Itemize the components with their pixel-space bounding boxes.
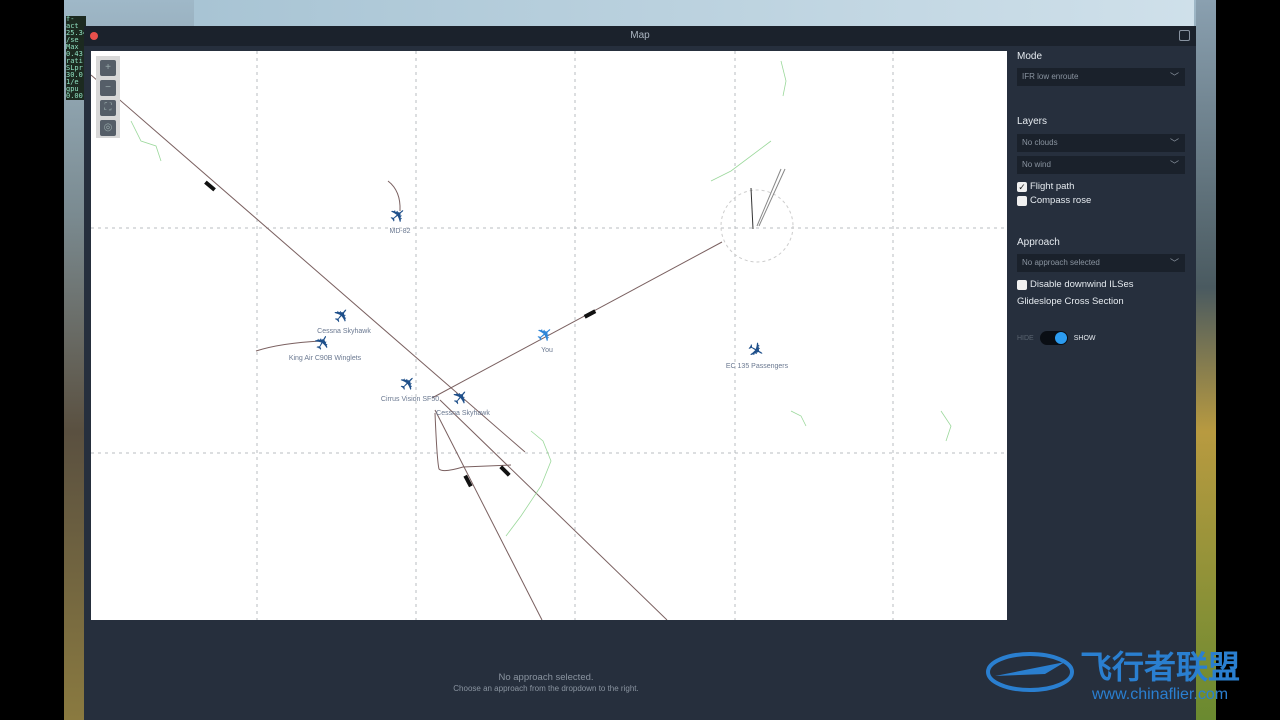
settings-sidebar: Mode IFR low enroute ﹀ Layers No clouds ﹀ … bbox=[1008, 46, 1196, 620]
glideslope-label: Glideslope Cross Section bbox=[1017, 296, 1124, 307]
disable-ils-checkbox[interactable]: Disable downwind ILSes bbox=[1017, 279, 1134, 290]
map-window: Map + − ⛶ ◎ ✈ MD-82 ✈ Cessna Skyhawk ✈ K… bbox=[84, 26, 1196, 720]
compass-rose-label: Compass rose bbox=[1030, 195, 1092, 206]
hud-text: f-act bbox=[66, 15, 79, 30]
coastline bbox=[130, 60, 952, 537]
approach-value: No approach selected bbox=[1022, 258, 1100, 267]
empty-title: No approach selected. bbox=[498, 672, 594, 683]
map-canvas[interactable]: + − ⛶ ◎ ✈ MD-82 ✈ Cessna Skyhawk ✈ King Air C… bbox=[91, 51, 1007, 620]
airway bbox=[439, 399, 668, 620]
chevron-down-icon: ﹀ bbox=[1169, 160, 1179, 170]
watermark-url: www.chinaflier.com bbox=[1092, 686, 1229, 703]
airway-label bbox=[583, 309, 597, 319]
title-bar[interactable]: Map bbox=[84, 26, 1196, 46]
toggle-switch[interactable] bbox=[1039, 331, 1068, 345]
watermark-text: 飞行者联盟 bbox=[1080, 649, 1241, 685]
popout-icon[interactable] bbox=[1179, 30, 1190, 41]
flight-path-label: Flight path bbox=[1030, 181, 1075, 192]
close-button[interactable] bbox=[90, 32, 98, 40]
chevron-down-icon: ﹀ bbox=[1169, 72, 1179, 82]
aircraft-label: Cirrus Vision SF50 bbox=[380, 396, 440, 403]
wind-select[interactable]: No wind ﹀ bbox=[1017, 156, 1185, 174]
airway bbox=[434, 409, 543, 620]
zoom-in-button[interactable]: + bbox=[100, 60, 116, 76]
aircraft-label: EC 135 Passengers bbox=[725, 363, 789, 370]
disable-ils-label: Disable downwind ILSes bbox=[1030, 279, 1134, 290]
clouds-select[interactable]: No clouds ﹀ bbox=[1017, 134, 1185, 152]
aircraft-label: Cessna Skyhawk bbox=[436, 410, 490, 417]
aircraft-label: MD-82 bbox=[389, 228, 411, 235]
chevron-down-icon: ﹀ bbox=[1169, 138, 1179, 148]
approach-heading: Approach bbox=[1017, 237, 1060, 248]
fit-view-button[interactable]: ⛶ bbox=[100, 100, 116, 116]
clouds-value: No clouds bbox=[1022, 138, 1058, 147]
mode-select[interactable]: IFR low enroute ﹀ bbox=[1017, 68, 1185, 86]
aircraft-label: You bbox=[541, 347, 553, 354]
mode-value: IFR low enroute bbox=[1022, 72, 1079, 81]
chevron-down-icon: ﹀ bbox=[1169, 258, 1179, 268]
empty-subtitle: Choose an approach from the dropdown to … bbox=[453, 684, 639, 693]
hud-readout: f-act 25.34 /se Max 0.43 rati SLpr 30.0 … bbox=[66, 15, 87, 100]
airway bbox=[431, 241, 723, 399]
window-title: Map bbox=[630, 30, 650, 41]
map-controls: + − ⛶ ◎ bbox=[96, 56, 120, 138]
glideslope-toggle[interactable]: HIDE SHOW bbox=[1017, 331, 1096, 345]
zoom-out-button[interactable]: − bbox=[100, 80, 116, 96]
approach-select[interactable]: No approach selected ﹀ bbox=[1017, 254, 1185, 272]
aircraft-label: King Air C90B Winglets bbox=[288, 355, 362, 362]
compass-rose-checkbox[interactable]: Compass rose bbox=[1017, 195, 1091, 206]
flight-path bbox=[434, 412, 512, 472]
checkbox-empty-icon[interactable] bbox=[1017, 279, 1027, 290]
toggle-on-label: SHOW bbox=[1073, 334, 1096, 342]
wind-value: No wind bbox=[1022, 160, 1051, 169]
mode-heading: Mode bbox=[1017, 51, 1043, 62]
toggle-off-label: HIDE bbox=[1017, 334, 1034, 342]
watermark-logo: 飞行者联盟 www.chinaflier.com bbox=[985, 640, 1240, 708]
center-button[interactable]: ◎ bbox=[100, 120, 116, 136]
layers-heading: Layers bbox=[1017, 116, 1048, 127]
flight-path-checkbox[interactable]: ✓ Flight path bbox=[1017, 181, 1074, 192]
glideslope-panel: No approach selected. Choose an approach… bbox=[84, 620, 1008, 720]
checkmark-icon[interactable]: ✓ bbox=[1017, 181, 1027, 192]
hud-text: 0.00 bbox=[66, 92, 83, 100]
checkbox-empty-icon[interactable] bbox=[1017, 195, 1027, 206]
